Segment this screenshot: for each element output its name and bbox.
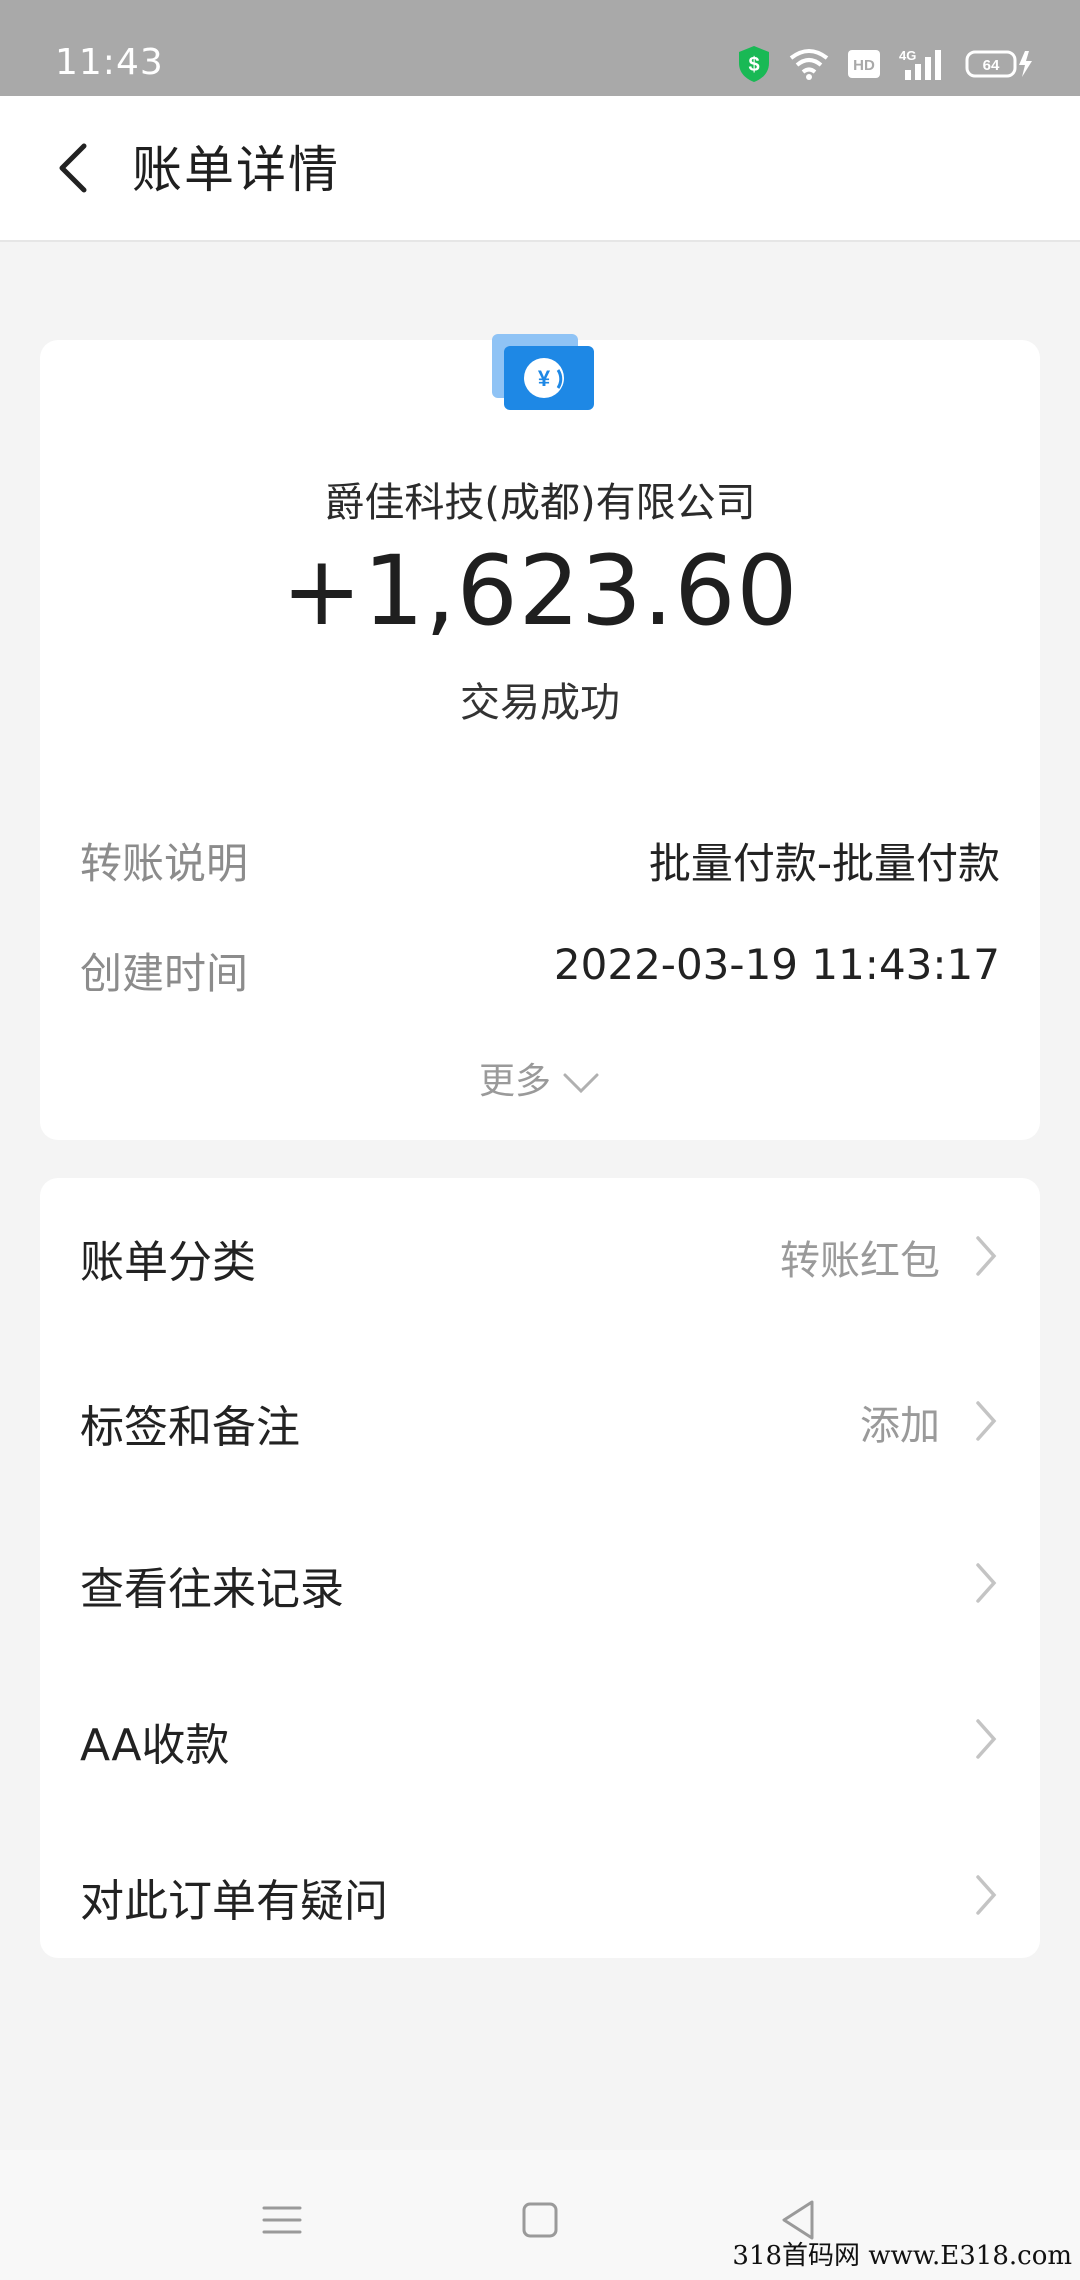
- more-button[interactable]: 更多: [40, 1052, 1040, 1104]
- status-bar: 11:43 $ HD 4G 64: [0, 0, 1080, 96]
- bill-actions-card: 账单分类 转账红包 标签和备注 添加 查看往来记录 AA收款 对此订单有疑问: [40, 1178, 1040, 1958]
- nav-menu-button[interactable]: [252, 2190, 312, 2250]
- menu-item-value: 转账红包: [780, 1238, 940, 1284]
- transfer-bill-icon: ¥: [488, 330, 598, 420]
- home-square-icon: [522, 2202, 558, 2238]
- battery-icon: 64: [965, 49, 1035, 79]
- menu-item-transaction-history[interactable]: 查看往来记录: [40, 1505, 1040, 1655]
- chevron-right-icon: [976, 1236, 997, 1276]
- detail-value: 2022-03-19 11:43:17: [553, 940, 1000, 989]
- menu-item-tags-notes[interactable]: 标签和备注 添加: [40, 1343, 1040, 1493]
- status-time: 11:43: [55, 42, 164, 83]
- menu-item-label: 对此订单有疑问: [80, 1876, 388, 1927]
- svg-text:¥: ¥: [538, 366, 551, 391]
- menu-item-order-question[interactable]: 对此订单有疑问: [40, 1817, 1040, 1967]
- nav-home-button[interactable]: [510, 2190, 570, 2250]
- menu-item-aa-collection[interactable]: AA收款: [40, 1661, 1040, 1811]
- menu-item-value: 添加: [860, 1403, 940, 1449]
- hd-icon: HD: [847, 49, 881, 79]
- svg-text:$: $: [748, 54, 759, 76]
- detail-row-created-time: 创建时间 2022-03-19 11:43:17: [80, 940, 1000, 1000]
- detail-label: 创建时间: [80, 949, 249, 998]
- app-header: 账单详情: [0, 96, 1080, 242]
- payee-name: 爵佳科技(成都)有限公司: [324, 480, 756, 526]
- network-text: 4G: [899, 48, 916, 63]
- menu-item-label: 标签和备注: [80, 1402, 300, 1453]
- menu-item-bill-category[interactable]: 账单分类 转账红包: [40, 1178, 1040, 1328]
- chevron-right-icon: [976, 1875, 997, 1915]
- chevron-right-icon: [976, 1401, 997, 1441]
- status-icons: $ HD 4G 64: [737, 44, 1035, 84]
- detail-value: 批量付款-批量付款: [648, 839, 1000, 888]
- menu-item-label: AA收款: [80, 1720, 230, 1771]
- menu-lines-icon: [262, 2206, 302, 2234]
- detail-row-remark: 转账说明 批量付款-批量付款: [80, 830, 1000, 890]
- transaction-amount: +1,623.60: [281, 535, 799, 647]
- chevron-right-icon: [976, 1719, 997, 1759]
- chevron-right-icon: [976, 1563, 997, 1603]
- signal-4g-icon: 4G: [899, 46, 947, 82]
- page-title: 账单详情: [132, 141, 340, 199]
- more-label: 更多: [478, 1061, 551, 1102]
- battery-text: 64: [983, 57, 1000, 74]
- watermark: 318首码网 www.E318.com: [732, 2241, 1072, 2271]
- shield-icon: $: [737, 45, 771, 83]
- transaction-status: 交易成功: [460, 680, 620, 726]
- transaction-summary-card: ¥ 爵佳科技(成都)有限公司 +1,623.60 交易成功 转账说明 批量付款-…: [40, 334, 1040, 1140]
- back-button[interactable]: [40, 132, 112, 204]
- back-arrow-icon: [59, 143, 87, 193]
- menu-item-label: 账单分类: [80, 1237, 256, 1288]
- hd-text: HD: [853, 57, 875, 74]
- menu-item-label: 查看往来记录: [80, 1564, 344, 1615]
- detail-label: 转账说明: [80, 839, 249, 888]
- wifi-icon: [789, 48, 829, 80]
- chevron-down-icon: [563, 1073, 599, 1094]
